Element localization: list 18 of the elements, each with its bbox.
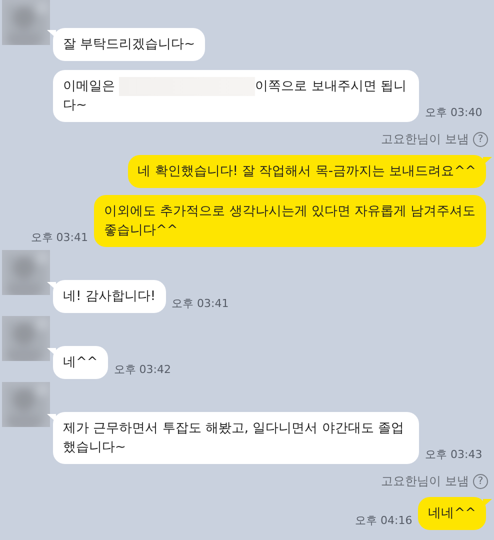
help-icon[interactable]: ? bbox=[473, 132, 488, 147]
timestamp: 오후 03:41 bbox=[30, 230, 88, 246]
timestamp: 오후 04:16 bbox=[355, 513, 412, 529]
message-bubble: 잘 부탁드리겠습니다~ bbox=[53, 28, 206, 61]
sender-note: 고요한님이 보냄 bbox=[381, 131, 469, 148]
message-bubble: 이외에도 추가적으로 생각나시는게 있다면 자유롭게 남겨주셔도 좋습니다^^ bbox=[94, 195, 486, 247]
message-bubble: 네^^ bbox=[53, 346, 108, 379]
timestamp: 오후 03:42 bbox=[114, 362, 171, 378]
timestamp: 오후 03:43 bbox=[425, 447, 482, 463]
message-bubble: 네 확인했습니다! 잘 작업해서 목-금까지는 보내드려요^^ bbox=[128, 155, 486, 188]
message-bubble: 제가 근무하면서 투잡도 해봤고, 일다니면서 야간대도 졸업했습니다~ bbox=[53, 412, 419, 464]
message-bubble: 네! 감사합니다! bbox=[53, 280, 166, 313]
help-icon[interactable]: ? bbox=[473, 474, 488, 489]
sender-note: 고요한님이 보냄 bbox=[381, 473, 469, 490]
message-bubble: 네네^^ bbox=[418, 497, 486, 530]
timestamp: 오후 03:41 bbox=[172, 296, 229, 312]
message-bubble: 이메일은 이쪽으로 보내주시면 됩니다~ bbox=[53, 70, 419, 122]
timestamp: 오후 03:40 bbox=[425, 105, 482, 121]
